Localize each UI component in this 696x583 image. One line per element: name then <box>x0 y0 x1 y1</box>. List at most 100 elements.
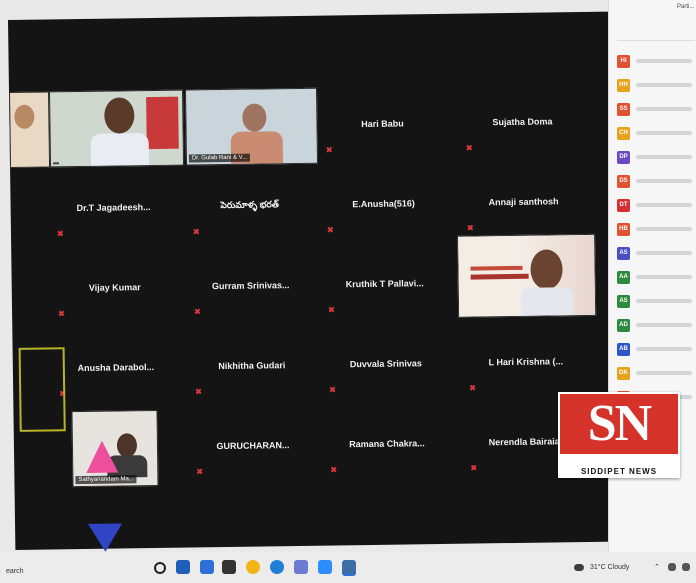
search-box[interactable]: earch <box>6 568 24 575</box>
mic-muted-icon: ✖ <box>192 227 200 237</box>
participant-row[interactable]: HH <box>617 76 695 94</box>
participant-name-blurred <box>636 251 692 255</box>
cloud-weather-icon[interactable] <box>574 564 584 571</box>
app-icon[interactable] <box>294 560 308 574</box>
participant-tile[interactable]: Hari Babu ✖ <box>319 86 446 162</box>
participant-row[interactable]: AS <box>617 244 695 262</box>
mic-muted-icon: ✖ <box>329 385 336 395</box>
video-gallery: Dr. Gulab Rani & V... Hari Babu ✖ Sujath… <box>8 11 616 552</box>
participant-tile[interactable]: E.Anusha(516) ✖ <box>320 166 447 242</box>
participant-body <box>520 287 574 316</box>
participant-row[interactable]: SS <box>617 100 695 118</box>
edge-icon[interactable] <box>270 560 284 574</box>
participant-video-tile[interactable] <box>457 233 597 318</box>
participant-name-blurred <box>636 323 692 327</box>
participant-tile[interactable]: Gurram Srinivas... ✖ <box>187 248 314 324</box>
participant-tile[interactable]: L Hari Krishna (... ✖ <box>462 324 589 400</box>
mic-muted-icon: ✖ <box>196 467 204 477</box>
participant-avatar: DP <box>617 150 630 164</box>
participant-tile[interactable]: Annaji santhosh ✖ <box>460 164 587 240</box>
participant-row[interactable]: AD <box>617 316 695 334</box>
taskbar: earch 31°C Cloudy ⌃ <box>0 552 696 583</box>
participant-name-tag: Dr. Gulab Rani & V... <box>188 153 251 163</box>
banner-heading <box>470 273 529 280</box>
participant-avatar: HI <box>617 54 630 68</box>
participant-face <box>530 249 563 290</box>
participant-name-blurred <box>636 371 692 375</box>
panel-divider <box>617 40 695 41</box>
mic-muted-icon: ✖ <box>470 463 478 473</box>
participant-avatar: DK <box>617 366 630 380</box>
weather-status[interactable]: 31°C Cloudy <box>590 564 629 571</box>
participant-name: L Hari Krishna (... <box>488 356 564 368</box>
participant-row[interactable]: AA <box>617 268 695 286</box>
participant-name: Ramana Chakra... <box>349 438 425 450</box>
store-icon[interactable] <box>200 560 214 574</box>
participant-name: Gurram Srinivas... <box>211 280 290 292</box>
chrome-icon[interactable] <box>246 560 260 574</box>
participant-name-blurred <box>636 203 692 207</box>
participant-tile[interactable]: Dr.T Jagadeesh... ✖ <box>50 170 177 246</box>
participant-name-tag <box>52 162 60 165</box>
participant-row[interactable]: DK <box>617 364 695 382</box>
participant-row[interactable]: AB <box>617 340 695 358</box>
participant-name-blurred <box>636 107 692 111</box>
participant-tile[interactable]: Nikhitha Gudari ✖ <box>188 328 315 404</box>
participant-row[interactable]: HB <box>617 220 695 238</box>
participant-row[interactable]: DS <box>617 172 695 190</box>
participant-row[interactable]: HI <box>617 52 695 70</box>
mic-muted-icon: ✖ <box>330 465 338 475</box>
participant-tile[interactable]: GURUCHARAN... ✖ <box>189 408 316 484</box>
participant-avatar: AS <box>617 294 630 308</box>
participant-avatar: CH <box>617 126 630 140</box>
participant-video-tile[interactable] <box>9 91 51 168</box>
panel-title: Parti... <box>677 4 695 10</box>
participant-name: Nikhitha Gudari <box>218 360 286 372</box>
active-app-icon[interactable] <box>342 560 356 576</box>
mic-muted-icon: ✖ <box>58 309 65 319</box>
participant-name-blurred <box>636 275 692 279</box>
participant-video-tile[interactable]: Dr. Gulab Rani & V... <box>184 87 319 166</box>
participant-name-blurred <box>636 179 692 183</box>
participant-row[interactable]: AS <box>617 292 695 310</box>
zoom-app-icon[interactable] <box>318 560 332 574</box>
banner-heading <box>470 265 523 271</box>
participant-name-blurred <box>636 83 692 87</box>
participant-avatar: SS <box>617 102 630 116</box>
network-icon[interactable] <box>668 563 676 571</box>
volume-icon[interactable] <box>682 563 690 571</box>
mic-muted-icon: ✖ <box>326 225 334 235</box>
participant-avatar: DT <box>617 198 630 212</box>
page-down-arrow-icon[interactable] <box>88 523 123 552</box>
lock-icon[interactable] <box>222 560 236 574</box>
participant-row[interactable]: DP <box>617 148 695 166</box>
participant-avatar: HH <box>617 78 630 92</box>
participant-row[interactable]: CH <box>617 124 695 142</box>
participant-video-tile[interactable] <box>49 89 185 168</box>
participant-name: Nerendla Bairaiah <box>488 436 566 448</box>
tray-chevron-icon[interactable]: ⌃ <box>654 563 660 571</box>
task-view-icon[interactable] <box>176 560 190 574</box>
participant-tile[interactable]: Vijay Kumar ✖ <box>51 250 178 326</box>
participant-name: Vijay Kumar <box>88 282 141 293</box>
siddipet-news-logo: SN SIDDIPET NEWS <box>558 392 680 478</box>
participant-name: Hari Babu <box>361 118 404 130</box>
participant-tile[interactable]: Duvvala Srinivas ✖ <box>322 326 449 402</box>
participant-name-blurred <box>636 131 692 135</box>
participant-face <box>116 433 138 458</box>
participant-tile[interactable]: పెరుమాళ్ళ భరత్ ✖ <box>186 168 313 244</box>
participant-name: Anusha Darabol... <box>77 361 155 374</box>
participant-avatar: AD <box>617 318 630 332</box>
participant-tile[interactable]: Ramana Chakra... ✖ <box>323 406 450 482</box>
participant-row[interactable]: DT <box>617 196 695 214</box>
active-speaker-frame <box>18 347 66 432</box>
search-circle-icon[interactable] <box>154 562 166 574</box>
participant-tile[interactable]: Sujatha Doma ✖ <box>459 84 586 160</box>
mic-muted-icon: ✖ <box>465 143 473 153</box>
participant-face <box>104 97 135 134</box>
participant-avatar: AS <box>617 246 630 260</box>
participant-tile[interactable]: Anusha Darabol... ✖ <box>52 330 179 406</box>
page-up-arrow-icon[interactable] <box>85 440 119 473</box>
participant-avatar: HB <box>617 222 630 236</box>
participant-tile[interactable]: Kruthik T Pallavi... ✖ <box>321 246 448 322</box>
